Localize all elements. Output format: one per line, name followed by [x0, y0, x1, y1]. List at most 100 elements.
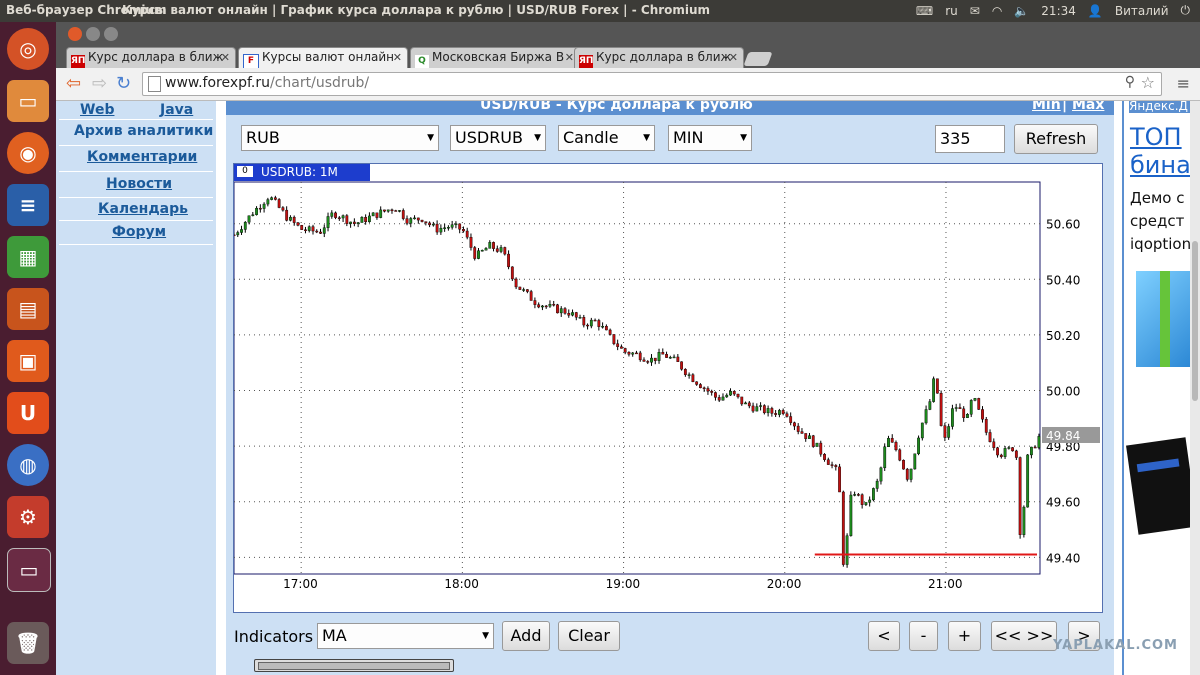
close-window-icon[interactable] — [68, 27, 82, 41]
min-link[interactable]: Min — [1032, 101, 1061, 113]
candle-down — [702, 387, 706, 390]
candle-down — [337, 217, 341, 219]
settings-icon[interactable]: ⚙ — [7, 496, 49, 538]
close-tab-icon[interactable]: ✕ — [393, 51, 402, 64]
search-icon[interactable]: ⚲ — [1125, 74, 1135, 90]
nav-tab-java[interactable]: Java — [160, 102, 193, 118]
candle-up — [548, 304, 552, 307]
candle-up — [966, 414, 969, 418]
tab-yaplakal-1[interactable]: ЯП Курс доллара в ближ ✕ — [66, 47, 236, 68]
y-tick-label: 49.60 — [1046, 496, 1080, 510]
chart-scrollbar-thumb[interactable] — [258, 662, 450, 670]
x-tick-label: 18:00 — [444, 577, 479, 591]
page-scrollbar-thumb[interactable] — [1192, 241, 1198, 401]
candlestick-chart[interactable]: 50.6050.4050.2050.0049.8049.6049.4017:00… — [234, 164, 1102, 612]
candle-down — [1011, 447, 1014, 452]
zoom-out-button[interactable]: - — [909, 621, 938, 651]
candle-up — [326, 216, 330, 228]
user-name[interactable]: Виталий — [1115, 4, 1169, 18]
tab-moex[interactable]: Q Московская Биржа В ✕ — [410, 47, 580, 68]
reload-icon[interactable]: ↻ — [116, 73, 131, 94]
chart-kind-select[interactable]: Candle ▼ — [558, 125, 655, 151]
zoom-in-button[interactable]: + — [948, 621, 981, 651]
usb-drive-image[interactable] — [1126, 437, 1198, 535]
firefox-icon[interactable]: ◉ — [7, 132, 49, 174]
tab-label: Курс доллара в ближ — [596, 50, 732, 64]
candle-down — [582, 317, 586, 326]
user-icon[interactable]: 👤 — [1088, 4, 1103, 18]
minimize-window-icon[interactable] — [86, 27, 100, 41]
gift-box-image[interactable] — [1136, 271, 1194, 367]
fit-all-button[interactable]: << >> — [991, 621, 1057, 651]
dash-home-icon[interactable]: ◎ — [7, 28, 49, 70]
ad-body[interactable]: Демо с средст iqoption — [1130, 187, 1191, 256]
close-tab-icon[interactable]: ✕ — [729, 51, 738, 64]
candle-up — [744, 402, 747, 405]
candle-up — [262, 203, 266, 209]
candle-up — [815, 442, 819, 447]
x-tick-label: 21:00 — [928, 577, 963, 591]
tab-forexpf[interactable]: F Курсы валют онлайн ✕ — [238, 47, 408, 68]
ubuntu-one-icon[interactable]: U — [7, 392, 49, 434]
nav-item-comments[interactable]: Комментарии — [87, 149, 197, 165]
forward-icon[interactable]: ⇨ — [92, 73, 107, 94]
candle-down — [567, 313, 571, 316]
volume-icon[interactable]: 🔈 — [1014, 4, 1029, 18]
calc-icon[interactable]: ▦ — [7, 236, 49, 278]
close-tab-icon[interactable]: ✕ — [221, 51, 230, 64]
ad-header[interactable]: Яндекс.Д — [1129, 101, 1199, 113]
ad-headline[interactable]: ТОП бина — [1130, 123, 1191, 179]
scroll-left-button[interactable]: < — [868, 621, 900, 651]
maximize-window-icon[interactable] — [104, 27, 118, 41]
candle-down — [311, 226, 315, 232]
software-center-icon[interactable]: ▣ — [7, 340, 49, 382]
address-path: /chart/usdrub/ — [270, 75, 370, 91]
mail-icon[interactable]: ✉ — [970, 4, 980, 18]
candle-up — [909, 468, 913, 480]
page-scrollbar[interactable] — [1190, 101, 1200, 675]
address-bar[interactable]: www.forexpf.ru/chart/usdrub/ ⚲ ☆ — [142, 72, 1162, 96]
new-tab-button[interactable] — [743, 52, 773, 66]
clear-indicators-button[interactable]: Clear — [558, 621, 620, 651]
close-tab-icon[interactable]: ✕ — [565, 51, 574, 64]
nav-item-calendar[interactable]: Календарь — [98, 201, 188, 217]
workspaces-icon[interactable]: ▭ — [7, 548, 51, 592]
nav-tab-web[interactable]: Web — [80, 102, 114, 118]
chromium-icon[interactable]: ◍ — [7, 444, 49, 486]
interval-select[interactable]: MIN ▼ — [668, 125, 752, 151]
menu-icon[interactable]: ≡ — [1177, 74, 1190, 93]
writer-icon[interactable]: ≡ — [7, 184, 49, 226]
keyboard-icon[interactable]: ⌨ — [916, 4, 933, 18]
candle-count-input[interactable]: 335 — [935, 125, 1005, 153]
symbol-select[interactable]: USDRUB ▼ — [450, 125, 546, 151]
currency-select[interactable]: RUB ▼ — [241, 125, 439, 151]
launcher: ◎ ▭ ◉ ≡ ▦ ▤ ▣ U ◍ ⚙ ▭ 🗑 — [0, 22, 56, 675]
tab-yaplakal-2[interactable]: ЯП Курс доллара в ближ ✕ — [574, 47, 744, 68]
impress-icon[interactable]: ▤ — [7, 288, 49, 330]
nav-item-archive[interactable]: Архив аналитики — [74, 123, 213, 139]
candle-up — [650, 357, 653, 363]
trash-icon[interactable]: 🗑 — [7, 622, 49, 664]
candle-down — [747, 402, 751, 407]
nav-item-forum[interactable]: Форум — [112, 224, 166, 240]
current-price-label: 49.84 — [1046, 429, 1080, 443]
chart-scrollbar[interactable] — [254, 659, 454, 672]
wifi-icon[interactable]: ◠ — [992, 4, 1002, 18]
candle-down — [905, 468, 909, 480]
back-icon[interactable]: ⇦ — [66, 73, 81, 94]
power-icon[interactable]: ⏻ — [1181, 3, 1191, 18]
candle-down — [608, 329, 612, 335]
candle-down — [405, 218, 409, 224]
chart-kind-value: Candle — [563, 128, 619, 147]
clock[interactable]: 21:34 — [1041, 4, 1076, 18]
refresh-button[interactable]: Refresh — [1014, 124, 1098, 154]
files-icon[interactable]: ▭ — [7, 80, 49, 122]
add-indicator-button[interactable]: Add — [502, 621, 550, 651]
indicator-select[interactable]: MA ▼ — [317, 623, 494, 649]
bookmark-star-icon[interactable]: ☆ — [1141, 73, 1155, 92]
nav-divider — [59, 220, 213, 221]
nav-item-news[interactable]: Новости — [106, 176, 172, 192]
keyboard-layout[interactable]: ru — [945, 4, 958, 18]
max-link[interactable]: Max — [1072, 101, 1104, 113]
chart-mode-icon[interactable]: 0 — [237, 166, 253, 177]
